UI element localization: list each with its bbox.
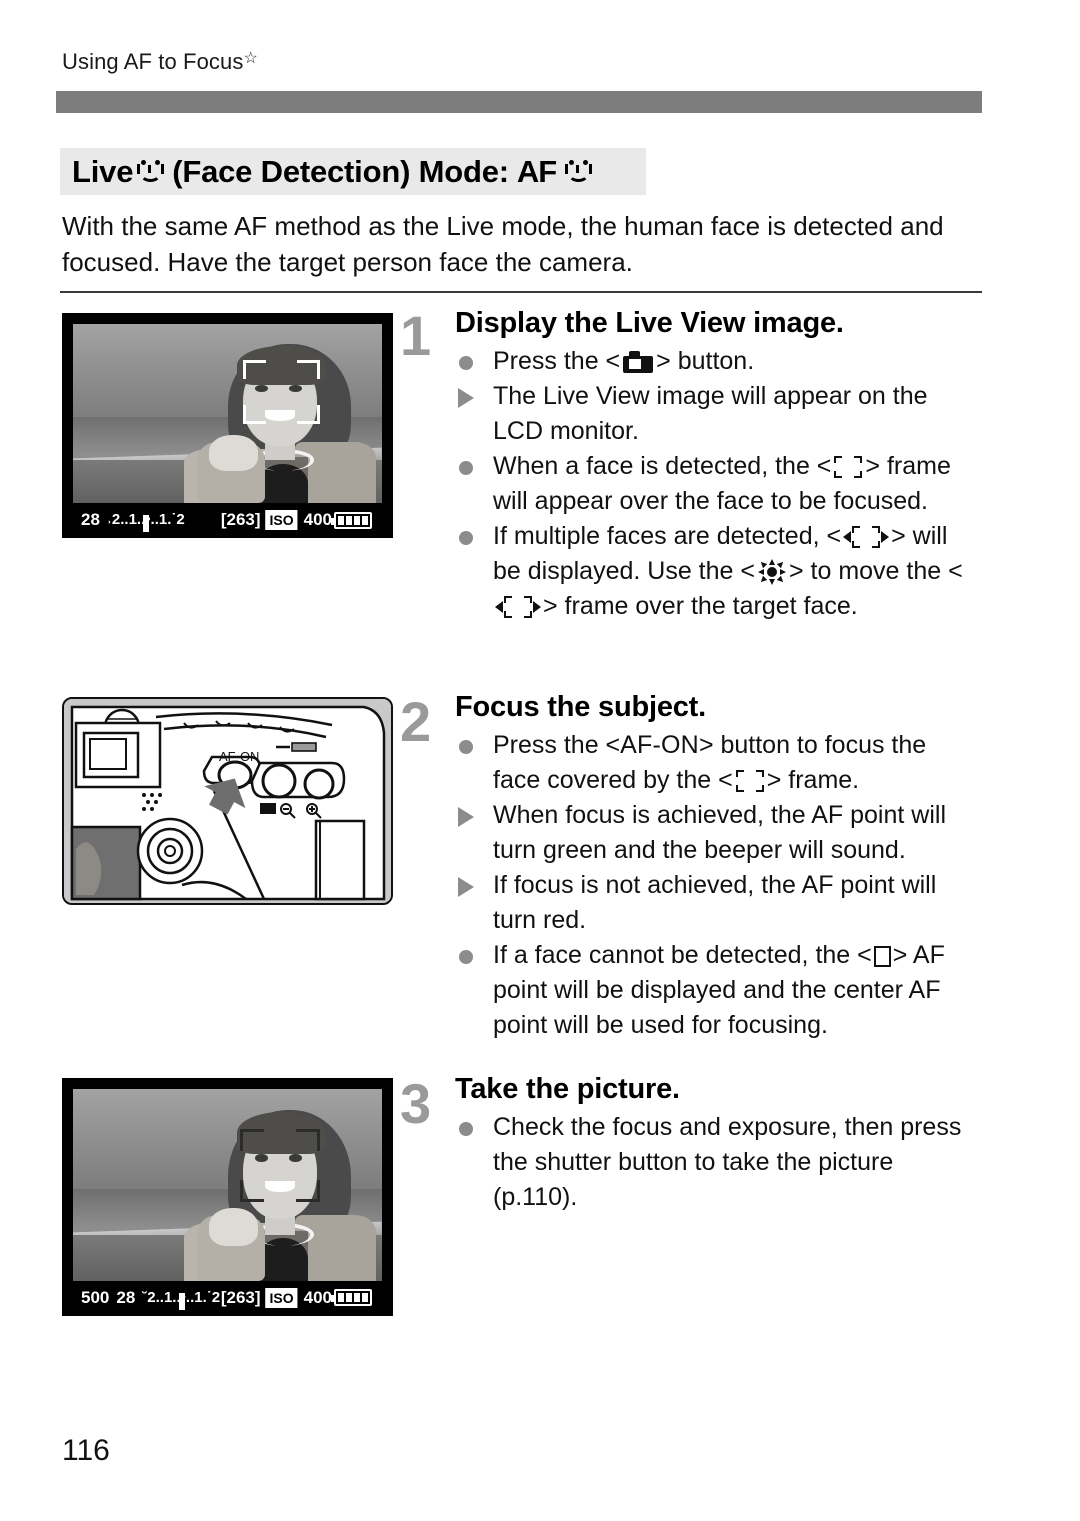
section-title-middle: (Face Detection) Mode: (172, 153, 509, 189)
figure-live-view-focused-face: 500 28 ˘2..1..•..1.˙2 [263] ISO 400 (62, 1078, 393, 1316)
af-on-key-label: AF-ON (620, 731, 699, 759)
divider (60, 291, 982, 293)
iso-label: ISO (265, 1287, 298, 1308)
text-c: > frame. (766, 766, 860, 794)
running-header-text: Using AF to Focus (62, 49, 244, 74)
step-2-number: 2 (400, 690, 431, 753)
list-item: When a face is detected, the < > frame wi… (455, 449, 980, 519)
text-a: If multiple faces are detected, < (493, 522, 842, 550)
step-3-bullets: Check the focus and exposure, then press… (455, 1110, 980, 1215)
aperture-value: 28 (116, 1287, 136, 1307)
intro-paragraph: With the same AF method as the Live mode… (62, 211, 944, 277)
list-item: The Live View image will appear on the L… (455, 379, 980, 449)
manual-page: Using AF to Focus☆ Live (Face Detection)… (0, 0, 1080, 1521)
bullet-dot-icon (459, 356, 473, 370)
exposure-pointer (178, 1292, 185, 1310)
lcd-scene (73, 324, 382, 504)
bullet-arrow-icon (458, 877, 474, 897)
list-item: Press the < > button. (455, 344, 980, 379)
step-2-heading: Focus the subject. (455, 691, 706, 723)
lcd-scene (73, 1089, 382, 1281)
text: Check the focus and exposure, then press… (493, 1113, 962, 1211)
list-item: If a face cannot be detected, the < > AF … (455, 938, 980, 1043)
multi-face-frame-icon (843, 526, 890, 549)
bullet-dot-icon (459, 950, 473, 964)
step-1-bullets: Press the < > button. The Live View image… (455, 344, 980, 624)
text-c: > to move the < (788, 557, 963, 585)
iso-label: ISO (265, 510, 298, 531)
step-1-number: 1 (400, 304, 431, 367)
text: The Live View image will appear on the L… (493, 382, 928, 445)
page-number: 116 (62, 1434, 110, 1467)
step-1-heading: Display the Live View image. (455, 307, 844, 339)
bullet-dot-icon (459, 461, 473, 475)
multi-face-frame-icon-2 (495, 596, 541, 619)
step-3: 3 Take the picture. Check the focus and … (400, 1072, 980, 1215)
shutter-speed-value: 500 (81, 1287, 110, 1307)
running-header: Using AF to Focus☆ (62, 48, 258, 75)
text: When focus is achieved, the AF point wil… (493, 801, 947, 864)
step-1: 1 Display the Live View image. Press the… (400, 306, 980, 624)
af-face-frame (242, 359, 321, 425)
lcd-status-bar: 28 ˒2..1..•..1.˙2 [263] ISO 400 (73, 503, 382, 538)
text-b: > button. (656, 347, 755, 375)
smiley-face-detection-icon-2 (564, 157, 593, 187)
text-a: Press the < (493, 347, 621, 375)
af-face-frame-focused (239, 1129, 321, 1203)
text-a: Press the < (493, 731, 621, 759)
face-frame-icon (833, 456, 863, 479)
list-item: When focus is achieved, the AF point wil… (455, 798, 980, 868)
battery-icon (331, 1289, 372, 1307)
camera-back-drawing: AF-ON (64, 699, 391, 903)
af-on-label: AF-ON (219, 749, 259, 764)
bullet-dot-icon (459, 531, 473, 545)
step-2-bullets: Press the <AF-ON> button to focus the fa… (455, 728, 980, 1043)
aperture-value: 28 (81, 510, 100, 530)
battery-icon (331, 511, 372, 529)
star-icon: ☆ (243, 50, 258, 67)
af-point-icon (873, 945, 891, 967)
shots-remaining: [263] (220, 510, 261, 530)
figure-live-view-face-detected: 28 ˒2..1..•..1.˙2 [263] ISO 400 (62, 313, 393, 539)
bullet-dot-icon (459, 740, 473, 754)
list-item: If focus is not achieved, the AF point w… (455, 868, 980, 938)
camera-button-icon (623, 351, 654, 374)
smiley-face-detection-icon (136, 157, 165, 187)
text-d: > frame over the target face. (543, 592, 858, 620)
figure-camera-back: AF-ON (62, 697, 393, 905)
shots-remaining: [263] (220, 1287, 261, 1307)
face-frame-icon (735, 770, 765, 793)
multi-controller-icon (757, 559, 786, 586)
lcd-status-bar: 500 28 ˘2..1..•..1.˙2 [263] ISO 400 (73, 1280, 382, 1315)
af-label: AF (516, 153, 557, 189)
text: If focus is not achieved, the AF point w… (493, 871, 937, 934)
header-rule-bar (56, 91, 982, 113)
text-a: If a face cannot be detected, the < (493, 941, 872, 969)
exposure-meter: ˘2..1..•..1.˙2 (142, 1287, 220, 1310)
step-3-heading: Take the picture. (455, 1073, 680, 1105)
iso-value: 400 (303, 510, 333, 530)
page-title: Live (Face Detection) Mode: AF (72, 154, 596, 190)
step-3-number: 3 (400, 1072, 431, 1135)
text-a: When a face is detected, the < (493, 452, 832, 480)
list-item: Check the focus and exposure, then press… (455, 1110, 980, 1215)
bullet-arrow-icon (458, 388, 474, 408)
exposure-pointer (143, 515, 150, 533)
exposure-meter: ˒2..1..•..1.˙2 (107, 509, 185, 533)
bullet-arrow-icon (458, 807, 474, 827)
section-title-band: Live (Face Detection) Mode: AF (60, 148, 646, 195)
bullet-dot-icon (459, 1122, 473, 1136)
section-title-prefix: Live (72, 153, 134, 189)
list-item: Press the <AF-ON> button to focus the fa… (455, 728, 980, 798)
list-item: If multiple faces are detected, < > will … (455, 519, 980, 624)
iso-value: 400 (303, 1287, 333, 1307)
step-2: 2 Focus the subject. Press the <AF-ON> b… (400, 690, 980, 1043)
